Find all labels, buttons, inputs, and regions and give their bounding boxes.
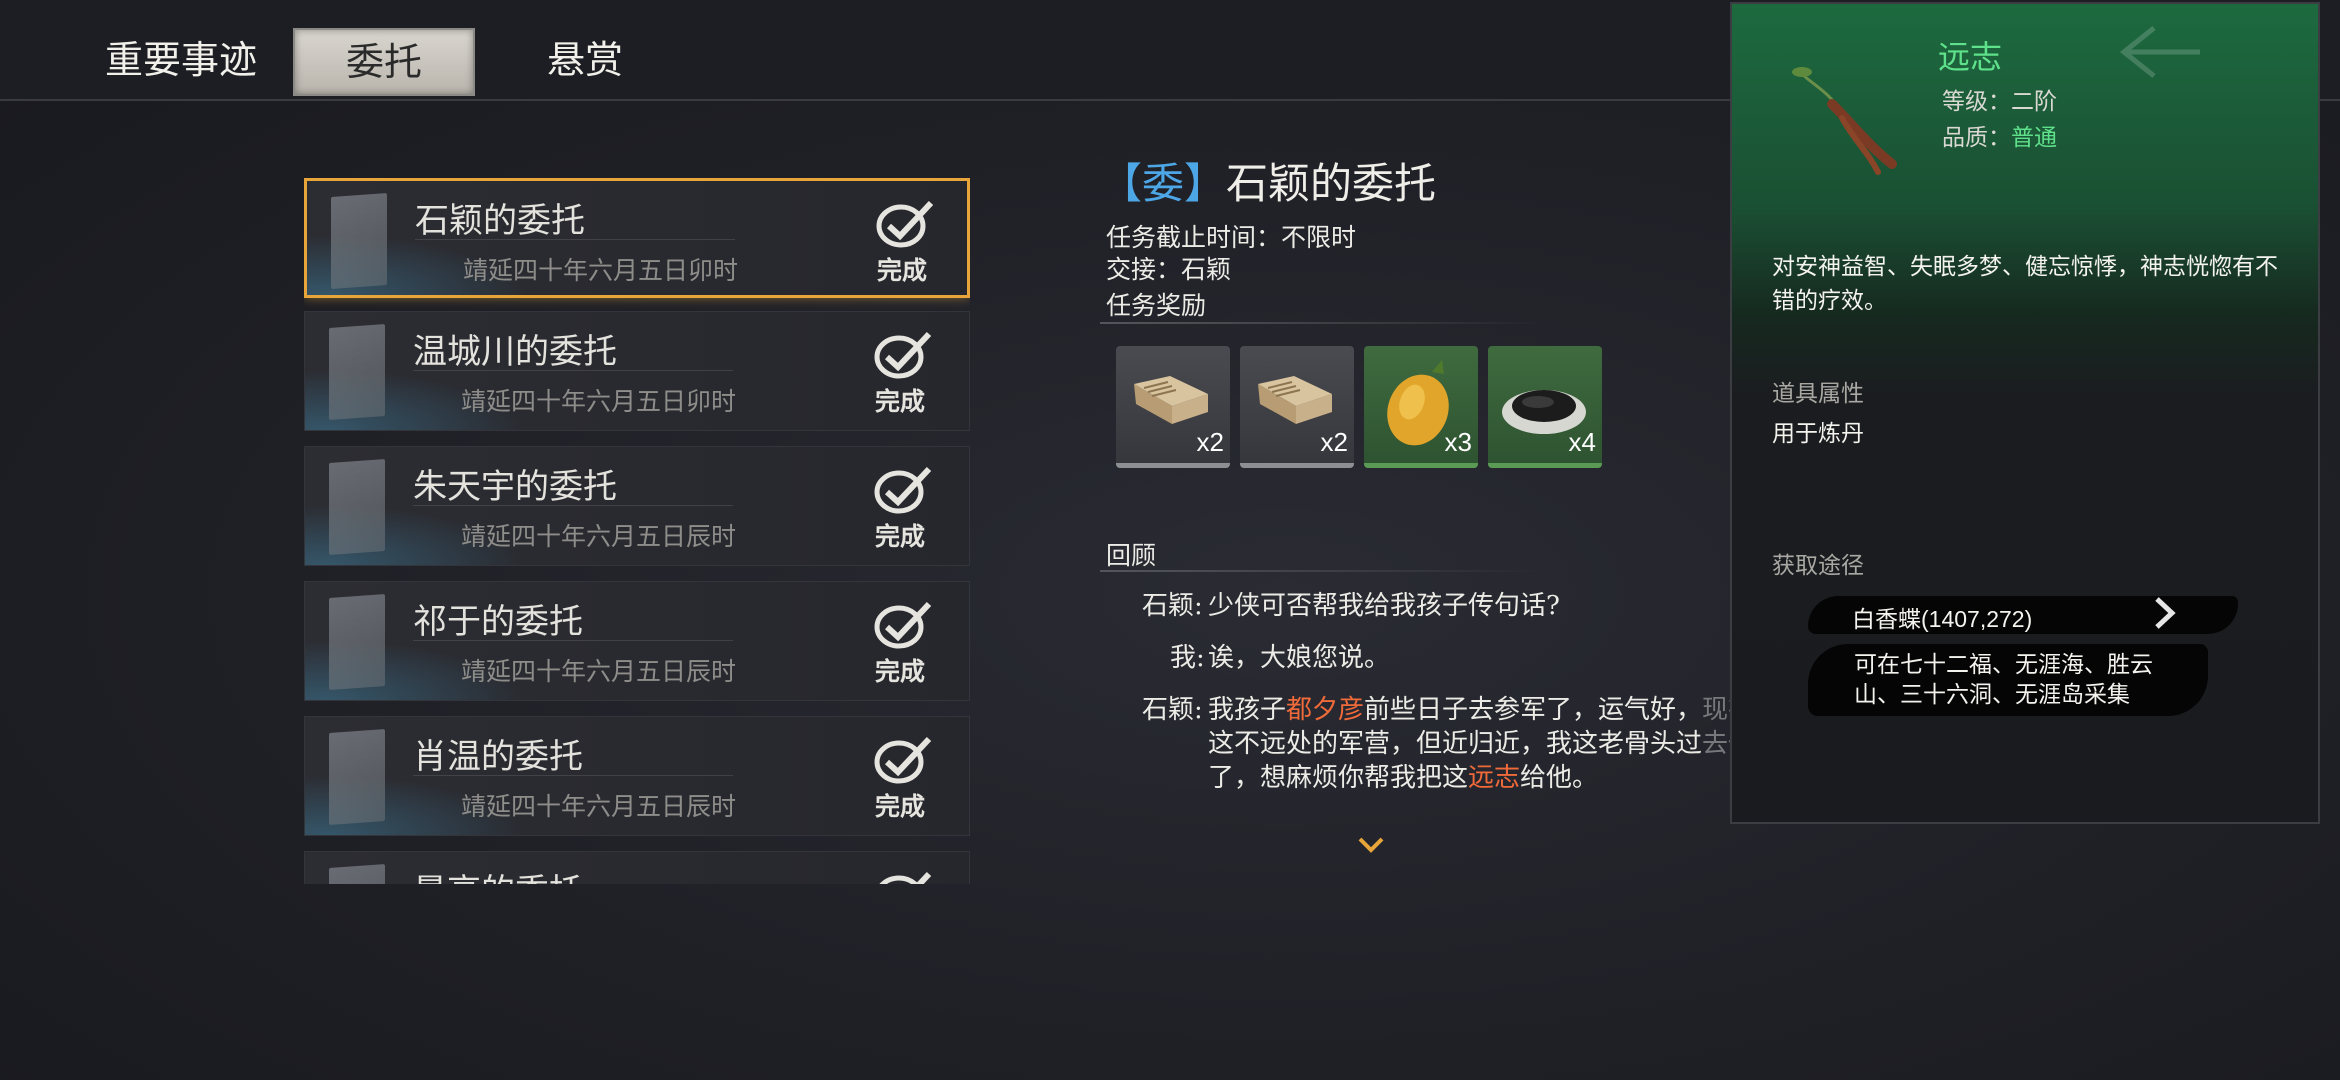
scroll-paper-icon [329,729,385,825]
check-icon [874,331,932,379]
status-label: 完成 [875,522,926,551]
quest-date: 靖延四十年六月五日卯时 [463,256,739,285]
reward-qty: x2 [1196,427,1224,457]
dialogue-line: 了，想麻烦你帮我把这远志给他。 [1208,763,1599,793]
divider [413,370,733,371]
status-label: 完成 [875,387,926,416]
check-icon [874,466,932,514]
npc-name-highlight: 都夕彦 [1286,695,1365,725]
quest-title: 景高的委托 [413,864,583,884]
quest-title: 温城川的委托 [413,332,617,372]
tab-commissions[interactable]: 委托 [293,28,475,96]
check-icon [874,736,932,784]
chevron-down-icon[interactable] [1358,836,1384,854]
item-tooltip: 远志 等级：二阶 品质：普通 对安神益智、失眠多梦、健忘惊悸，神志恍惚有不错的疗… [1730,2,2320,824]
dialogue-speaker: 我: [1170,643,1205,673]
tag-bracket: 【 [1100,159,1143,208]
reward-item[interactable]: x2 [1240,346,1354,468]
quest-type-tag: 委 [1142,159,1185,208]
scroll-paper-icon [329,864,385,884]
dialogue-line: 少侠可否帮我给我孩子传句话? [1208,591,1560,621]
quest-title: 石颖的委托 [415,201,585,241]
tab-important-events[interactable]: 重要事迹 [96,26,266,94]
reward-qty: x3 [1444,427,1472,457]
check-icon [874,601,932,649]
chevron-right-icon[interactable] [2152,596,2178,630]
quest-card[interactable]: 朱天宇的委托 靖延四十年六月五日辰时 完成 [304,446,970,566]
quest-date: 靖延四十年六月五日辰时 [461,657,737,686]
scroll-paper-icon [331,193,387,289]
check-icon [879,871,932,884]
quest-date: 靖延四十年六月五日辰时 [461,792,737,821]
quest-deadline: 任务截止时间：不限时 [1106,223,1357,252]
status-label: 完成 [877,256,928,285]
back-arrow-icon[interactable] [2114,22,2204,82]
quest-card[interactable]: 祁于的委托 靖延四十年六月五日辰时 完成 [304,581,970,701]
item-description: 对安神益智、失眠多梦、健忘惊悸，神志恍惚有不错的疗效。 [1772,254,2278,314]
source-gather: 可在七十二福、无涯海、胜云山、三十六洞、无涯岛采集 [1854,652,2153,708]
quest-title: 朱天宇的委托 [413,467,617,507]
status-label: 完成 [875,792,926,821]
quest-name: 石颖的委托 [1226,159,1437,208]
divider [1100,322,1545,324]
reward-header: 任务奖励 [1106,291,1207,320]
dialogue-line: 诶，大娘您说。 [1208,643,1391,673]
attr-value: 用于炼丹 [1772,421,1864,447]
divider [415,239,735,240]
reward-item[interactable]: x4 [1488,346,1602,468]
quest-card[interactable]: 温城川的委托 靖延四十年六月五日卯时 完成 [304,311,970,431]
scroll-paper-icon [329,324,385,420]
quest-card[interactable]: 石颖的委托 靖延四十年六月五日卯时 完成 [304,178,970,298]
reward-qty: x4 [1568,427,1596,457]
item-name-highlight: 远志 [1468,763,1521,793]
dialogue-speaker: 石颖: [1142,695,1203,725]
tag-bracket: 】 [1184,159,1227,208]
quest-card[interactable]: 肖温的委托 靖延四十年六月五日辰时 完成 [304,716,970,836]
quest-list[interactable]: 石颖的委托 靖延四十年六月五日卯时 完成 温城川的委托 靖延四十年六月五日卯时 … [304,178,970,884]
quest-date: 靖延四十年六月五日辰时 [461,522,737,551]
scroll-paper-icon [329,459,385,555]
reward-item[interactable]: x2 [1116,346,1230,468]
quest-detail-title: 【委】石颖的委托 [1100,150,1436,211]
quest-card[interactable]: 景高的委托 [304,851,970,884]
tab-bounties[interactable]: 悬赏 [540,26,630,94]
divider [413,505,733,506]
divider [413,775,733,776]
quest-title: 肖温的委托 [413,737,583,777]
scroll-paper-icon [329,594,385,690]
dialogue-speaker: 石颖: [1142,591,1203,621]
reward-qty: x2 [1320,427,1348,457]
source-header: 获取途径 [1772,553,1864,579]
item-level: 等级：二阶 [1942,89,2057,115]
attr-header: 道具属性 [1772,381,1864,407]
quest-date: 靖延四十年六月五日卯时 [461,387,737,416]
item-name: 远志 [1938,38,2003,76]
divider [413,640,733,641]
item-quality: 品质：普通 [1942,125,2057,151]
reward-item[interactable]: x3 [1364,346,1478,468]
root-herb-icon [1792,67,1897,175]
quest-giver: 交接：石颖 [1106,255,1232,284]
quest-title: 祁于的委托 [413,602,583,642]
source-location[interactable]: 白香蝶(1407,272) [1852,600,2032,634]
status-label: 完成 [875,657,926,686]
review-header: 回顾 [1106,541,1157,570]
divider [1100,570,1545,572]
check-icon [876,200,934,248]
